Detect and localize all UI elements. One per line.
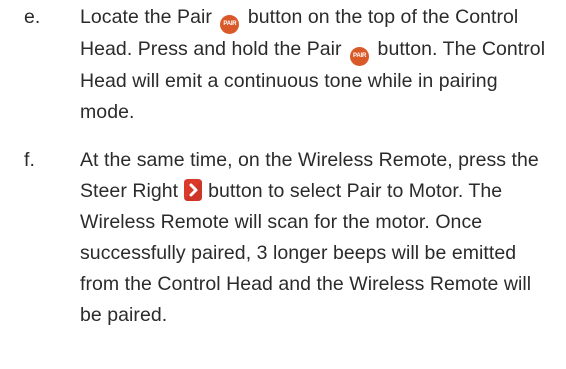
step-marker: e.: [24, 6, 41, 28]
step-text: Locate the Pair PAIR button on the top o…: [80, 2, 556, 128]
pair-button-icon: PAIR: [350, 47, 370, 66]
pair-button-icon: PAIR: [220, 15, 240, 34]
steer-right-icon: [183, 178, 203, 202]
step-text-segment: Locate the Pair: [80, 6, 212, 28]
step-e: e. Locate the Pair PAIR button on the to…: [0, 2, 566, 128]
step-text: At the same time, on the Wireless Remote…: [80, 145, 556, 331]
step-marker: f.: [24, 149, 35, 171]
step-f: f. At the same time, on the Wireless Rem…: [0, 145, 566, 331]
instruction-document: e. Locate the Pair PAIR button on the to…: [0, 0, 566, 369]
